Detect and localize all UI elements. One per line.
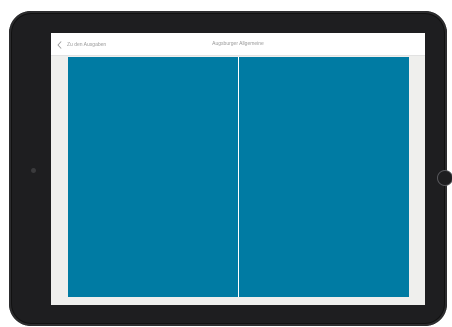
page-title: Augsburger Allgemeine	[212, 41, 264, 47]
camera-icon	[31, 168, 36, 173]
right-page[interactable]	[239, 57, 409, 297]
top-bar: Zu den Ausgaben Augsburger Allgemeine	[51, 33, 425, 56]
home-button[interactable]	[437, 170, 452, 186]
left-page[interactable]	[68, 57, 238, 297]
app-screen: Zu den Ausgaben Augsburger Allgemeine	[51, 33, 425, 305]
page-spread	[68, 57, 409, 297]
